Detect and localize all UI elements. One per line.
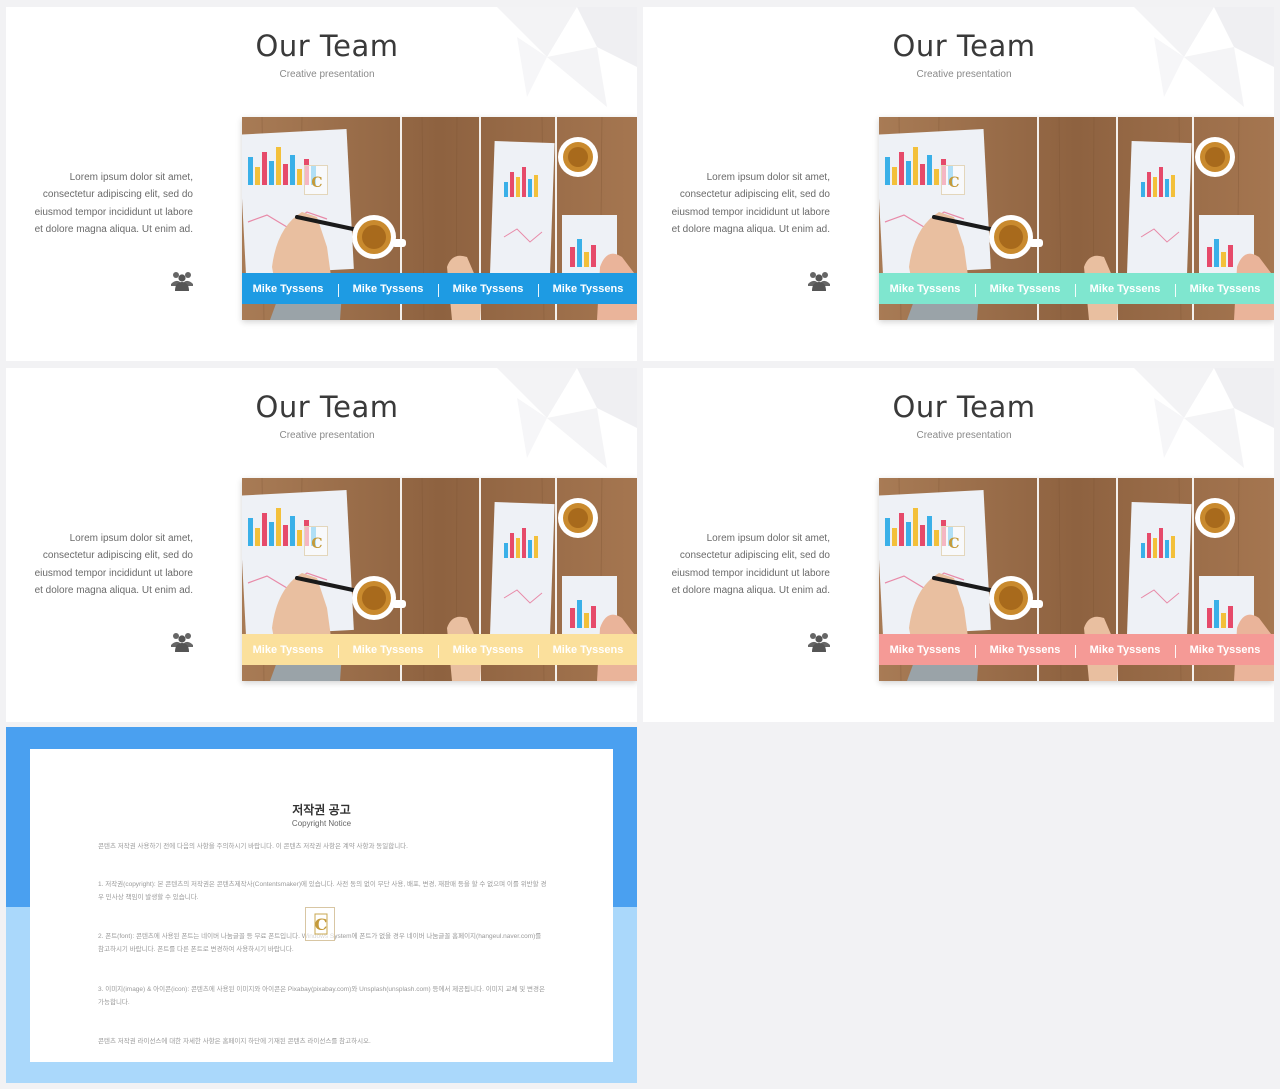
c-logo-icon: C bbox=[941, 526, 965, 556]
users-icon bbox=[171, 633, 193, 652]
team-slide: Our Team Creative presentation Lorem ips… bbox=[643, 368, 1274, 722]
team-member-name: Mike Tyssens bbox=[252, 282, 324, 295]
copyright-notice-slide: 저작권 공고 Copyright Notice 콘텐츠 저작권 사용하기 전에 … bbox=[6, 727, 637, 1083]
c-logo-icon: C bbox=[304, 526, 328, 556]
slide-title: Our Team bbox=[892, 29, 1036, 63]
team-member-name: Mike Tyssens bbox=[975, 644, 1075, 658]
team-names-bar: Mike Tyssens Mike Tyssens Mike Tyssens Mike… bbox=[879, 273, 1274, 304]
team-member-name: Mike Tyssens bbox=[252, 643, 324, 656]
team-photo-strip: Mike Tyssens Mike Tyssens Mike Tyssens Mike… bbox=[879, 478, 1274, 681]
slide-title: Our Team bbox=[255, 29, 399, 63]
team-names-bar: Mike Tyssens Mike Tyssens Mike Tyssens Mike… bbox=[242, 273, 637, 304]
svg-text:C: C bbox=[315, 915, 328, 934]
team-member-name: Mike Tyssens bbox=[1075, 644, 1175, 658]
team-member-name: Mike Tyssens bbox=[1175, 283, 1274, 297]
users-icon bbox=[171, 272, 193, 291]
svg-text:C: C bbox=[948, 536, 959, 552]
team-member-name: Mike Tyssens bbox=[1175, 644, 1274, 658]
notice-paragraph: 3. 이미지(image) & 아이콘(icon): 콘텐츠에 사용된 이미지와… bbox=[98, 986, 545, 1006]
slide-body-text: Lorem ipsum dolor sit amet, consectetur … bbox=[671, 533, 830, 596]
team-member-name: Mike Tyssens bbox=[438, 283, 538, 297]
svg-text:C: C bbox=[311, 536, 322, 552]
team-member-name: Mike Tyssens bbox=[1075, 283, 1175, 297]
team-photo-strip: Mike Tyssens Mike Tyssens Mike Tyssens Mike… bbox=[242, 478, 637, 681]
svg-text:C: C bbox=[311, 175, 322, 191]
team-member-name: Mike Tyssens bbox=[538, 644, 637, 658]
c-logo-icon: C bbox=[941, 165, 965, 195]
users-icon bbox=[808, 272, 830, 291]
slide-body-text: Lorem ipsum dolor sit amet, consectetur … bbox=[34, 533, 193, 596]
slide-subtitle: Creative presentation bbox=[916, 430, 1012, 441]
notice-paragraph: 1. 저작권(copyright): 본 콘텐츠의 저작권은 콘텐츠제작사(Co… bbox=[98, 881, 547, 901]
team-member-name: Mike Tyssens bbox=[338, 644, 438, 658]
team-photo-strip: Mike Tyssens Mike Tyssens Mike Tyssens Mike… bbox=[879, 117, 1274, 320]
c-logo-icon: C bbox=[305, 907, 335, 941]
team-member-name: Mike Tyssens bbox=[889, 643, 961, 656]
team-member-name: Mike Tyssens bbox=[338, 283, 438, 297]
team-names-bar: Mike Tyssens Mike Tyssens Mike Tyssens Mike… bbox=[879, 634, 1274, 665]
team-member-name: Mike Tyssens bbox=[889, 282, 961, 295]
users-icon bbox=[808, 633, 830, 652]
notice-subtitle: Copyright Notice bbox=[291, 819, 352, 828]
notice-paragraph: 콘텐츠 저작권 라이선스에 대한 자세한 사항은 홈페이지 하단에 기재된 콘텐… bbox=[98, 1038, 371, 1045]
team-photo-strip: Mike Tyssens Mike Tyssens Mike Tyssens Mike… bbox=[242, 117, 637, 320]
notice-title: 저작권 공고 bbox=[292, 803, 351, 817]
team-slide: Our Team Creative presentation Lorem ips… bbox=[6, 7, 637, 361]
slide-title: Our Team bbox=[255, 390, 399, 424]
team-member-name: Mike Tyssens bbox=[975, 283, 1075, 297]
svg-text:C: C bbox=[948, 175, 959, 191]
team-slide: Our Team Creative presentation Lorem ips… bbox=[6, 368, 637, 722]
notice-paragraph: 콘텐츠 저작권 사용하기 전에 다음의 사항을 주의하시기 바랍니다. 이 콘텐… bbox=[98, 843, 408, 850]
team-slide: Our Team Creative presentation Lorem ips… bbox=[643, 7, 1274, 361]
slide-body-text: Lorem ipsum dolor sit amet, consectetur … bbox=[34, 172, 193, 235]
team-member-name: Mike Tyssens bbox=[538, 283, 637, 297]
notice-card: 저작권 공고 Copyright Notice 콘텐츠 저작권 사용하기 전에 … bbox=[30, 749, 613, 1062]
slide-subtitle: Creative presentation bbox=[916, 69, 1012, 80]
slide-title: Our Team bbox=[892, 390, 1036, 424]
c-logo-icon: C bbox=[304, 165, 328, 195]
slide-subtitle: Creative presentation bbox=[279, 430, 375, 441]
slide-subtitle: Creative presentation bbox=[279, 69, 375, 80]
slide-body-text: Lorem ipsum dolor sit amet, consectetur … bbox=[671, 172, 830, 235]
team-names-bar: Mike Tyssens Mike Tyssens Mike Tyssens Mike… bbox=[242, 634, 637, 665]
team-member-name: Mike Tyssens bbox=[438, 644, 538, 658]
